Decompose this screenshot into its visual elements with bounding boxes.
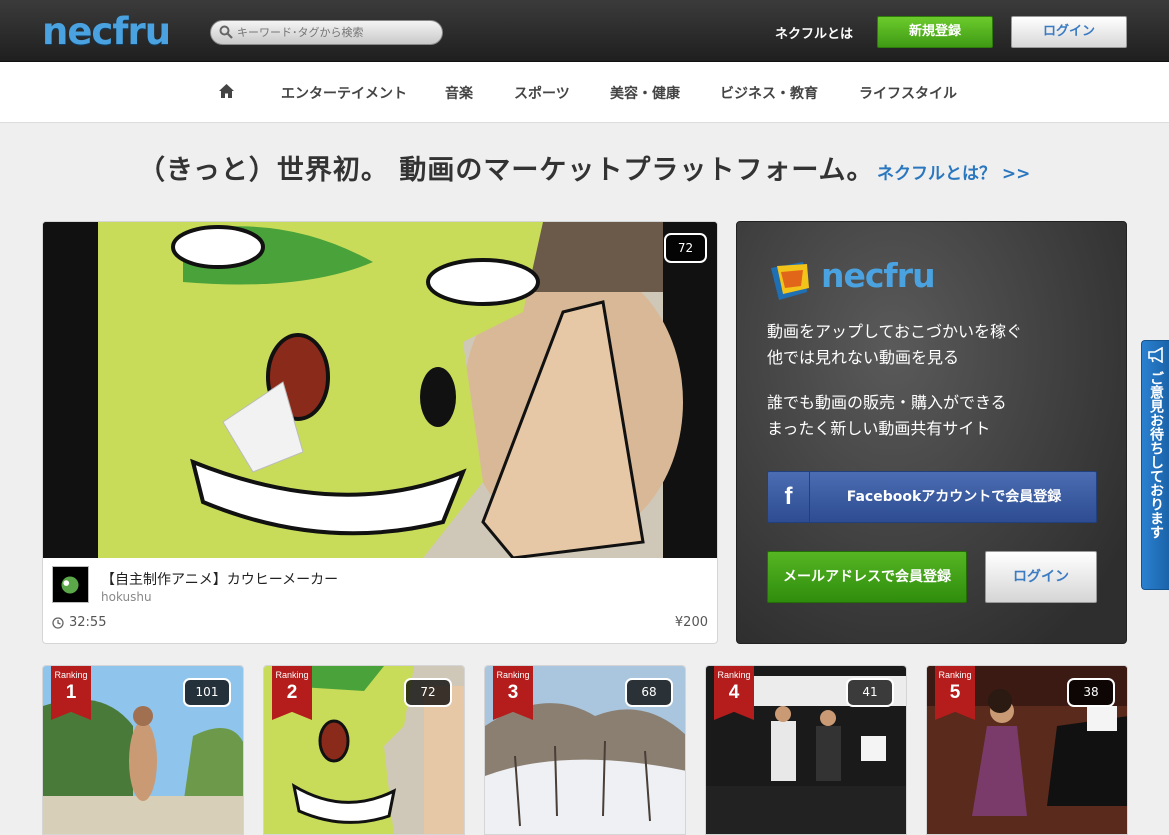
promo-login-button[interactable]: ログイン bbox=[985, 551, 1097, 603]
nav-item-business-education[interactable]: ビジネス・教育 bbox=[720, 83, 818, 103]
ranking-number: 4 bbox=[728, 682, 740, 703]
view-count-badge: 72 bbox=[404, 678, 452, 707]
login-button[interactable]: ログイン bbox=[1011, 16, 1127, 48]
ranking-card-5[interactable]: Ranking 5 38 bbox=[926, 665, 1128, 835]
ranking-card-1[interactable]: Ranking 1 101 bbox=[42, 665, 244, 835]
featured-video-card[interactable]: 72 【自主制作アニメ】カウヒーメーカー hokushu 32:55 ¥200 bbox=[42, 221, 718, 644]
facebook-signup-button[interactable]: f Facebookアカウントで会員登録 bbox=[767, 471, 1097, 523]
site-logo[interactable]: necfru bbox=[42, 10, 171, 53]
promo-line-2: 他では見れない動画を見る bbox=[767, 348, 960, 367]
promo-line-4: まったく新しい動画共有サイト bbox=[767, 419, 991, 438]
nav-item-entertainment[interactable]: エンターテイメント bbox=[281, 83, 407, 103]
ranking-number: 5 bbox=[949, 682, 961, 703]
nav-item-lifestyle[interactable]: ライフスタイル bbox=[859, 83, 957, 103]
view-count-badge: 38 bbox=[1067, 678, 1115, 707]
ranking-label: Ranking bbox=[54, 670, 88, 680]
author-avatar[interactable] bbox=[52, 566, 89, 603]
search-input[interactable] bbox=[237, 23, 437, 42]
ranking-label: Ranking bbox=[717, 670, 751, 680]
ranking-number: 2 bbox=[286, 682, 298, 703]
category-nav: エンターテイメント 音楽 スポーツ 美容・健康 ビジネス・教育 ライフスタイル bbox=[0, 62, 1169, 123]
signup-promo-panel: necfru 動画をアップしておこづかいを稼ぐ 他では見れない動画を見る 誰でも… bbox=[736, 221, 1127, 644]
promo-line-1: 動画をアップしておこづかいを稼ぐ bbox=[767, 322, 1023, 341]
email-signup-button[interactable]: メールアドレスで会員登録 bbox=[767, 551, 967, 603]
search-box[interactable] bbox=[210, 20, 443, 45]
top-header: necfru ネクフルとは 新規登録 ログイン bbox=[0, 0, 1169, 62]
necfru-mark-icon bbox=[771, 262, 809, 300]
view-count-badge: 41 bbox=[846, 678, 894, 707]
facebook-signup-label: Facebookアカウントで会員登録 bbox=[846, 489, 1062, 505]
view-count-badge: 72 bbox=[664, 233, 707, 263]
ranking-label: Ranking bbox=[938, 670, 972, 680]
about-link[interactable]: ネクフルとは bbox=[775, 23, 853, 42]
ranking-label: Ranking bbox=[275, 670, 309, 680]
view-count-badge: 68 bbox=[625, 678, 673, 707]
promo-line-3: 誰でも動画の販売・購入ができる bbox=[767, 393, 1007, 412]
promo-logo-text: necfru bbox=[821, 256, 936, 295]
nav-item-music[interactable]: 音楽 bbox=[445, 83, 473, 103]
ranking-card-2[interactable]: Ranking 2 72 bbox=[263, 665, 465, 835]
promo-logo: necfru bbox=[767, 256, 947, 306]
about-more-link[interactable]: ネクフルとは？ >> bbox=[877, 159, 1030, 184]
nav-item-sports[interactable]: スポーツ bbox=[514, 83, 570, 103]
view-count-badge: 101 bbox=[183, 678, 231, 707]
facebook-icon: f bbox=[768, 472, 810, 522]
megaphone-icon bbox=[1148, 347, 1163, 363]
search-icon bbox=[219, 25, 233, 39]
ranking-number: 3 bbox=[507, 682, 519, 703]
page-headline: （きっと）世界初。 動画のマーケットプラットフォーム。 bbox=[138, 155, 875, 186]
video-duration: 32:55 bbox=[69, 615, 107, 630]
ranking-card-4[interactable]: Ranking 4 41 bbox=[705, 665, 907, 835]
feedback-tab-label: ご意見お待ちしております bbox=[1148, 371, 1164, 539]
ranking-number: 1 bbox=[65, 682, 77, 703]
featured-video-author[interactable]: hokushu bbox=[101, 590, 152, 604]
video-price: ¥200 bbox=[674, 615, 708, 630]
nav-item-beauty-health[interactable]: 美容・健康 bbox=[610, 83, 680, 103]
home-icon[interactable] bbox=[218, 83, 235, 100]
register-button[interactable]: 新規登録 bbox=[877, 16, 993, 48]
ranking-card-3[interactable]: Ranking 3 68 bbox=[484, 665, 686, 835]
clock-icon bbox=[52, 617, 64, 629]
feedback-tab[interactable]: ご意見お待ちしております bbox=[1141, 340, 1169, 590]
featured-video-title[interactable]: 【自主制作アニメ】カウヒーメーカー bbox=[101, 569, 338, 589]
featured-thumbnail[interactable] bbox=[43, 222, 718, 558]
ranking-label: Ranking bbox=[496, 670, 530, 680]
